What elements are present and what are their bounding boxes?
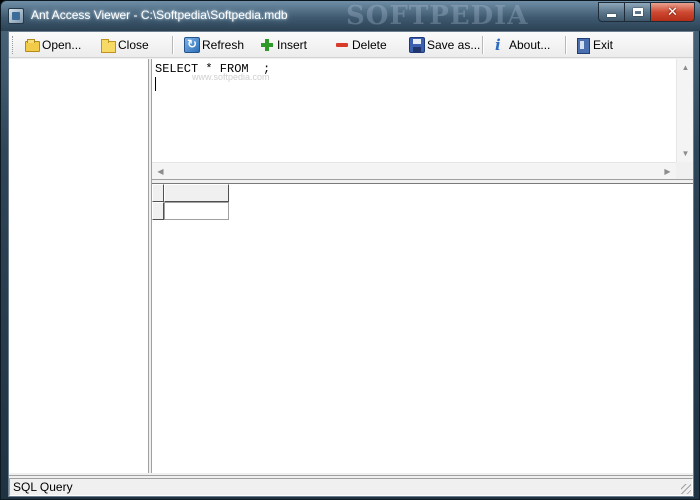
results-grid[interactable]: [152, 183, 693, 473]
minimize-icon: [607, 13, 616, 17]
app-icon[interactable]: [8, 8, 24, 24]
grid-cell[interactable]: [164, 202, 229, 220]
toolbar-grip[interactable]: [12, 36, 15, 54]
floppy-disk-icon: [409, 37, 425, 53]
minus-icon: [334, 37, 350, 53]
exit-door-icon: [575, 37, 591, 54]
grid-row-header[interactable]: [152, 202, 164, 220]
editor-watermark: www.softpedia.com: [192, 72, 270, 82]
open-folder-icon: [24, 37, 40, 53]
scroll-right-arrow-icon[interactable]: ▶: [659, 163, 676, 180]
toolbar-separator: [172, 36, 174, 54]
window-title: Ant Access Viewer - C:\Softpedia\Softped…: [31, 8, 288, 22]
open-button[interactable]: Open...: [24, 35, 81, 55]
client-area: Open... Close Refresh Insert Delete Sa: [8, 31, 694, 497]
folder-icon: [100, 37, 116, 53]
save-as-button[interactable]: Save as...: [409, 35, 480, 55]
delete-button-label: Delete: [352, 38, 387, 52]
caption-buttons: ✕: [598, 2, 695, 22]
close-icon: ✕: [667, 4, 678, 19]
save-as-button-label: Save as...: [427, 38, 481, 52]
refresh-icon: [184, 37, 200, 53]
scroll-left-arrow-icon[interactable]: ◀: [152, 163, 169, 180]
open-button-label: Open...: [42, 38, 82, 52]
text-caret: [155, 77, 156, 91]
maximize-button[interactable]: [625, 2, 651, 22]
toolbar: Open... Close Refresh Insert Delete Sa: [9, 32, 693, 58]
scroll-down-arrow-icon[interactable]: ▼: [677, 145, 694, 162]
delete-button[interactable]: Delete: [334, 35, 387, 55]
about-button-label: About...: [509, 38, 551, 52]
insert-button-label: Insert: [277, 38, 308, 52]
maximize-icon: [632, 8, 643, 16]
info-icon: [491, 36, 507, 54]
softpedia-watermark: SOFTPEDIA: [346, 1, 529, 31]
close-button-label: Close: [118, 38, 149, 52]
editor-vertical-scrollbar[interactable]: ▲ ▼: [676, 59, 693, 162]
toolbar-separator: [565, 36, 567, 54]
scroll-up-arrow-icon[interactable]: ▲: [677, 59, 694, 76]
plus-icon: [259, 37, 275, 53]
scrollbar-corner: [676, 162, 693, 179]
app-window: Ant Access Viewer - C:\Softpedia\Softped…: [0, 0, 700, 500]
grid-corner-cell[interactable]: [152, 184, 164, 202]
title-bar[interactable]: Ant Access Viewer - C:\Softpedia\Softped…: [1, 1, 700, 31]
resize-grip[interactable]: [681, 484, 691, 494]
close-button[interactable]: Close: [100, 35, 149, 55]
close-window-button[interactable]: ✕: [651, 2, 695, 22]
insert-button[interactable]: Insert: [259, 35, 307, 55]
sql-editor[interactable]: SELECT * FROM ; www.softpedia.com ▲ ▼ ◀ …: [152, 59, 693, 180]
exit-button[interactable]: Exit: [575, 35, 613, 55]
exit-button-label: Exit: [593, 38, 614, 52]
grid-column-header[interactable]: [164, 184, 229, 202]
status-bar: SQL Query: [9, 475, 693, 496]
table-list-panel[interactable]: [9, 59, 149, 473]
editor-horizontal-scrollbar[interactable]: ◀ ▶: [152, 162, 676, 179]
refresh-button[interactable]: Refresh: [184, 35, 244, 55]
minimize-button[interactable]: [598, 2, 625, 22]
status-text: SQL Query: [13, 480, 73, 494]
about-button[interactable]: About...: [491, 35, 550, 55]
status-panel: SQL Query: [9, 478, 693, 496]
toolbar-separator: [482, 36, 484, 54]
refresh-button-label: Refresh: [202, 38, 245, 52]
